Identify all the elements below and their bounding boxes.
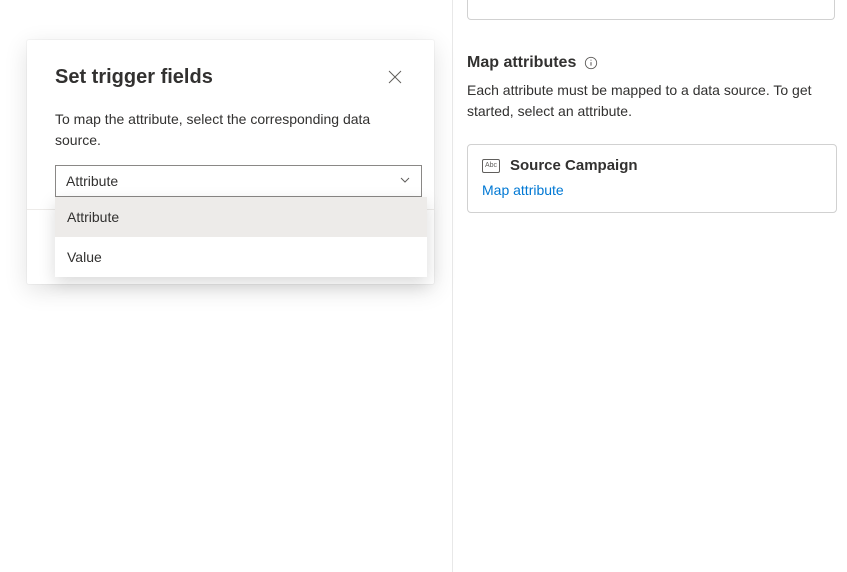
close-icon [388,70,402,87]
callout-arrow [434,189,446,209]
dropdown-list: Attribute Value [55,197,427,277]
dialog-body: Set trigger fields To map the attribute,… [27,40,434,209]
info-icon[interactable] [584,56,598,70]
panel-divider [452,0,453,572]
data-source-dropdown[interactable]: Attribute Attribute Value [55,165,422,197]
dropdown-trigger[interactable]: Attribute [55,165,422,197]
text-type-icon: Abc [482,159,500,173]
attribute-card[interactable]: Abc Source Campaign Map attribute [467,144,837,213]
dropdown-option-attribute[interactable]: Attribute [55,197,427,237]
section-header: Map attributes [467,54,837,72]
dropdown-option-value[interactable]: Value [55,237,427,277]
map-attribute-link[interactable]: Map attribute [482,182,564,198]
close-button[interactable] [384,66,406,91]
chevron-down-icon [399,173,411,189]
attribute-card-title: Source Campaign [510,157,638,174]
attribute-card-header: Abc Source Campaign [482,157,822,174]
map-attributes-panel: Map attributes Each attribute must be ma… [467,0,837,213]
dropdown-selected-label: Attribute [66,173,118,189]
dialog-header: Set trigger fields [55,66,406,91]
section-title: Map attributes [467,54,576,72]
set-trigger-fields-dialog: Set trigger fields To map the attribute,… [27,40,434,284]
section-description: Each attribute must be mapped to a data … [467,80,837,122]
dialog-description: To map the attribute, select the corresp… [55,109,406,151]
dialog-title: Set trigger fields [55,66,213,89]
